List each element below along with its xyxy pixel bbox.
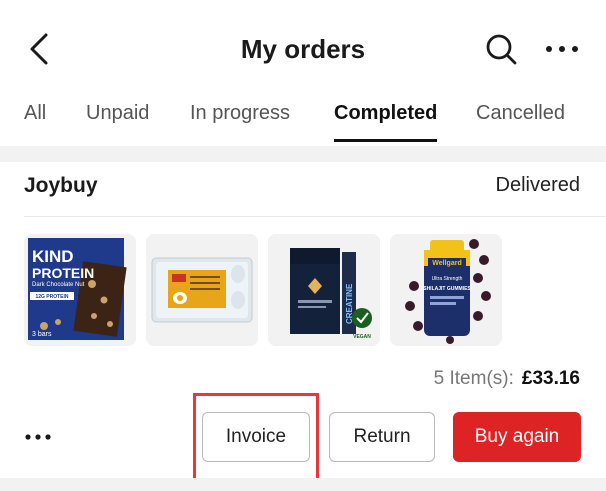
tab-label: All xyxy=(24,102,47,124)
section-separator xyxy=(0,146,606,162)
tab-unpaid[interactable]: Unpaid xyxy=(86,102,149,142)
protein-bar-box-image: 12G PROTEIN KIND PROTEIN Dark Chocolate … xyxy=(24,234,136,346)
item-count: 5 Item(s): xyxy=(433,368,514,389)
total-price: £33.16 xyxy=(521,368,580,389)
product-thumbnail-kind-protein[interactable]: 12G PROTEIN KIND PROTEIN Dark Chocolate … xyxy=(24,234,136,346)
product-thumbnail-creatine[interactable]: CREATINE VEGAN xyxy=(268,234,380,346)
tab-in-progress[interactable]: In progress xyxy=(190,102,290,142)
order-card[interactable]: Joybuy Delivered 12G PROTEIN KIND PROTEI… xyxy=(0,162,606,462)
section-separator xyxy=(0,478,606,491)
return-button[interactable]: Return xyxy=(329,412,435,462)
active-tab-indicator xyxy=(334,139,438,142)
orders-screen: My orders All Unpaid In progress Complet… xyxy=(0,0,606,491)
product-brand-text: KIND xyxy=(32,247,74,266)
search-button[interactable] xyxy=(482,30,520,68)
tab-label: Completed xyxy=(334,102,438,124)
more-horizontal-icon xyxy=(25,434,51,440)
order-status: Delivered xyxy=(495,174,580,196)
product-brand-text: Wellgard xyxy=(432,260,461,267)
top-bar: My orders xyxy=(0,0,606,96)
tab-all[interactable]: All xyxy=(24,102,46,142)
product-name-text: PROTEIN xyxy=(32,265,94,281)
order-more-button[interactable] xyxy=(20,424,56,450)
product-name-text: SHILAJIT GUMMIES xyxy=(423,286,471,292)
tab-cancelled[interactable]: Cancelled xyxy=(476,102,565,142)
more-options-button[interactable] xyxy=(542,34,582,64)
divider xyxy=(24,216,606,217)
buy-again-button[interactable]: Buy again xyxy=(453,412,581,462)
invoice-button[interactable]: Invoice xyxy=(202,412,310,462)
order-total: 5 Item(s): £33.16 xyxy=(434,368,580,390)
egg-box-image xyxy=(146,234,258,346)
supplement-pack-image: CREATINE VEGAN xyxy=(268,234,380,346)
order-status-tabs: All Unpaid In progress Completed Cancell… xyxy=(0,96,606,146)
seller-name: Joybuy xyxy=(24,174,98,197)
gummies-bottle-image: Wellgard Ultra Strength SHILAJIT GUMMIES xyxy=(390,234,502,346)
product-strength-text: Ultra Strength xyxy=(432,276,463,282)
product-count-text: 3 bars xyxy=(32,331,52,338)
tab-label: Unpaid xyxy=(86,102,150,124)
product-thumbnail-gummies[interactable]: Wellgard Ultra Strength SHILAJIT GUMMIES xyxy=(390,234,502,346)
tab-label: Cancelled xyxy=(476,102,565,124)
product-badge-text: VEGAN xyxy=(353,334,371,340)
tab-label: In progress xyxy=(190,102,291,124)
more-horizontal-icon xyxy=(546,46,578,52)
product-flavor-text: Dark Chocolate Nut xyxy=(32,282,85,288)
product-badge-text: 12G PROTEIN xyxy=(35,294,68,300)
product-thumbnail-egg-box[interactable] xyxy=(146,234,258,346)
tab-completed[interactable]: Completed xyxy=(334,102,438,142)
search-icon xyxy=(486,34,517,65)
